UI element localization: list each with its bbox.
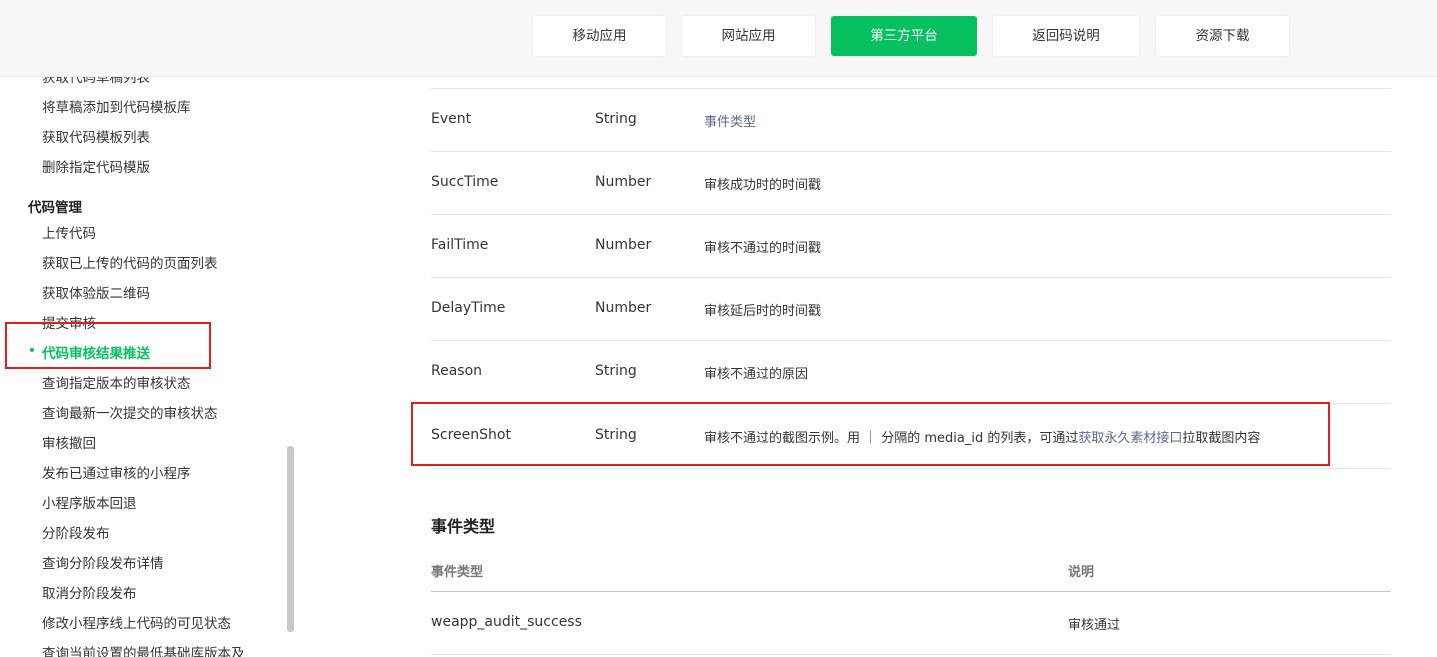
- sidebar-item[interactable]: 将草稿添加到代码模板库: [42, 96, 191, 116]
- section-title: 事件类型: [431, 517, 496, 536]
- sidebar-item[interactable]: 取消分阶段发布: [42, 582, 137, 602]
- tab-resource-download[interactable]: 资源下载: [1156, 16, 1289, 56]
- main-content: Event String 事件类型 SuccTime Number 审核成功时的…: [412, 76, 1392, 657]
- column-header: 说明: [1068, 565, 1095, 580]
- table-row: FailTime Number 审核不通过的时间戳: [431, 215, 1391, 278]
- screenshot-row-highlight-box: [411, 402, 1330, 466]
- top-nav: 移动应用 网站应用 第三方平台 返回码说明 资源下载: [0, 0, 1437, 77]
- param-desc: 审核不通过的时间戳: [704, 241, 822, 256]
- param-type: Number: [595, 174, 652, 190]
- table-row: DelayTime Number 审核延后时的时间戳: [431, 278, 1391, 341]
- table-row: Event String 事件类型: [431, 89, 1391, 152]
- table-header: 事件类型 说明: [431, 551, 1391, 592]
- sidebar-item[interactable]: 查询指定版本的审核状态: [42, 372, 191, 392]
- tab-third-party-platform[interactable]: 第三方平台: [831, 16, 977, 56]
- param-desc-link[interactable]: 事件类型: [704, 111, 756, 130]
- sidebar-item[interactable]: 修改小程序线上代码的可见状态: [42, 612, 231, 632]
- tab-mobile-app[interactable]: 移动应用: [533, 16, 666, 56]
- sidebar-group-title: 代码管理: [28, 200, 82, 216]
- param-name: SuccTime: [431, 174, 499, 190]
- param-type: Number: [595, 237, 652, 253]
- tab-website-app[interactable]: 网站应用: [682, 16, 815, 56]
- table-row: Reason String 审核不通过的原因: [431, 341, 1391, 404]
- sidebar-item[interactable]: 小程序版本回退: [42, 492, 137, 512]
- param-type: Number: [595, 300, 652, 316]
- param-type: String: [595, 111, 637, 127]
- sidebar-highlight-box: [5, 322, 211, 369]
- tab-return-codes[interactable]: 返回码说明: [993, 16, 1139, 56]
- sidebar-item[interactable]: 审核撤回: [42, 432, 96, 452]
- sidebar-item[interactable]: 上传代码: [42, 222, 96, 242]
- sidebar-item[interactable]: 查询分阶段发布详情: [42, 552, 164, 572]
- sidebar-item[interactable]: 获取代码模板列表: [42, 126, 150, 146]
- sidebar-item[interactable]: 查询当前设置的最低基础库版本及: [42, 642, 245, 657]
- param-name: DelayTime: [431, 300, 506, 316]
- param-desc: 审核不通过的原因: [704, 367, 809, 382]
- event-type-desc: 审核通过: [1068, 618, 1121, 633]
- event-type-name: weapp_audit_success: [431, 614, 582, 630]
- sidebar-item[interactable]: 查询最新一次提交的审核状态: [42, 402, 218, 422]
- sidebar-item[interactable]: 获取已上传的代码的页面列表: [42, 252, 218, 272]
- sidebar-item[interactable]: 发布已通过审核的小程序: [42, 462, 191, 482]
- column-header: 事件类型: [431, 565, 484, 580]
- sidebar-item[interactable]: 获取体验版二维码: [42, 282, 150, 302]
- param-desc: 审核成功时的时间戳: [704, 178, 822, 193]
- param-name: Event: [431, 111, 472, 127]
- sidebar-item[interactable]: 分阶段发布: [42, 522, 110, 542]
- sidebar-item[interactable]: 删除指定代码模版: [42, 156, 150, 176]
- param-name: Reason: [431, 363, 483, 379]
- table-row: weapp_audit_success 审核通过: [431, 592, 1391, 655]
- sidebar-scrollbar[interactable]: [287, 446, 294, 632]
- table-row: SuccTime Number 审核成功时的时间戳: [431, 152, 1391, 215]
- param-name: FailTime: [431, 237, 489, 253]
- param-type: String: [595, 363, 637, 379]
- sidebar-item[interactable]: 获取代码草稿列表: [42, 76, 150, 86]
- param-desc: 审核延后时的时间戳: [704, 304, 822, 319]
